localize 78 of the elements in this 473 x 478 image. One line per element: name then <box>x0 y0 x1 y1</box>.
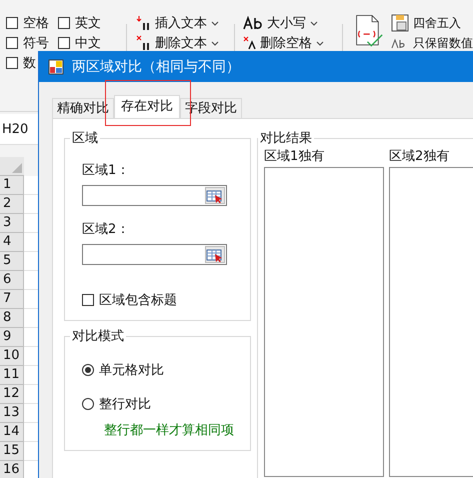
radio-button[interactable] <box>82 398 94 410</box>
tab[interactable]: 存在对比 <box>114 95 180 118</box>
range-field[interactable] <box>82 244 227 265</box>
checkbox-label: 数 <box>23 55 36 72</box>
radio-button[interactable] <box>82 364 94 376</box>
window-title: 两区域对比（相同与不同） <box>72 58 240 76</box>
ribbon-button[interactable]: 删除空格 <box>243 34 334 52</box>
row-header[interactable]: 6 <box>0 271 24 290</box>
row-header[interactable]: 7 <box>0 290 24 309</box>
row-header[interactable]: 1 <box>0 176 24 195</box>
insert-text-icon <box>134 15 151 31</box>
corner-triangle-icon <box>12 163 22 173</box>
group-title: 对比模式 <box>71 328 125 345</box>
row-header[interactable]: 5 <box>0 252 24 271</box>
grid-cell[interactable] <box>24 404 38 423</box>
grid-cell[interactable] <box>24 461 38 478</box>
range-field[interactable] <box>82 185 227 206</box>
checkbox[interactable] <box>58 37 70 49</box>
list-label: 区域2独有 <box>389 148 450 165</box>
delete-text-icon <box>134 35 151 51</box>
grid-cell[interactable] <box>24 385 38 404</box>
grid-cell[interactable] <box>24 252 38 271</box>
row-header[interactable]: 16 <box>0 461 24 478</box>
row-header[interactable]: 15 <box>0 442 24 461</box>
grid-cell[interactable] <box>24 176 38 195</box>
grid-cell[interactable] <box>24 290 38 309</box>
grid-cell[interactable] <box>24 347 38 366</box>
row-header[interactable]: 9 <box>0 328 24 347</box>
row-header[interactable]: 4 <box>0 233 24 252</box>
grid-cell[interactable] <box>24 309 38 328</box>
checkbox[interactable] <box>58 17 70 29</box>
ribbon-button[interactable]: 四舍五入 <box>390 14 473 32</box>
grid-cell[interactable] <box>24 423 38 442</box>
name-box[interactable]: H20 <box>2 122 36 136</box>
row-header[interactable]: 8 <box>0 309 24 328</box>
grid-cell[interactable] <box>24 214 38 233</box>
row-header[interactable]: 14 <box>0 423 24 442</box>
group-title: 区域 <box>71 130 99 147</box>
radio-label: 整行对比 <box>99 396 151 413</box>
group-title: 对比结果 <box>259 130 313 147</box>
radio-label: 单元格对比 <box>99 362 164 379</box>
range-picker-icon[interactable] <box>205 187 225 204</box>
list-label: 区域1独有 <box>264 148 326 165</box>
grid-cell[interactable] <box>24 271 38 290</box>
checkbox[interactable] <box>6 17 18 29</box>
ribbon-button[interactable]: 删除文本 <box>134 34 226 52</box>
checkbox[interactable] <box>6 57 18 69</box>
grid-cell[interactable] <box>24 366 38 385</box>
row-header[interactable]: 11 <box>0 366 24 385</box>
row-header[interactable]: 10 <box>0 347 24 366</box>
field-label: 区域2： <box>82 221 130 238</box>
row-header[interactable]: 2 <box>0 195 24 214</box>
checkbox[interactable] <box>82 294 94 306</box>
select-all-corner[interactable] <box>0 157 24 176</box>
round-number-icon <box>390 14 409 32</box>
checkbox-label: 英文 <box>75 15 101 32</box>
checkbox-label: 空格 <box>23 15 49 32</box>
grid-cell[interactable] <box>24 328 38 347</box>
ribbon-button[interactable]: 插入文本 <box>134 14 226 32</box>
field-label: 区域1： <box>82 162 130 179</box>
app-icon <box>48 58 64 74</box>
grid-cell[interactable] <box>24 195 38 214</box>
checkbox-label: 符号 <box>23 35 49 52</box>
letter-case-icon <box>243 16 264 30</box>
checkbox-label: 区域包含标题 <box>99 292 177 309</box>
checkbox-label: 中文 <box>75 35 101 52</box>
row-header[interactable]: 12 <box>0 385 24 404</box>
row-header[interactable]: 13 <box>0 404 24 423</box>
checkbox[interactable] <box>6 37 18 49</box>
ribbon-button[interactable]: 大小写 <box>243 14 334 32</box>
row-header[interactable]: 3 <box>0 214 24 233</box>
hint-text: 整行都一样才算相同项 <box>104 422 235 439</box>
grid-cell[interactable] <box>24 442 38 461</box>
ribbon-button[interactable]: 只保留数值 <box>390 34 473 52</box>
delete-space-icon <box>243 36 256 50</box>
list-box[interactable] <box>264 167 384 477</box>
range-picker-icon[interactable] <box>205 246 225 263</box>
grid-cell[interactable] <box>24 233 38 252</box>
